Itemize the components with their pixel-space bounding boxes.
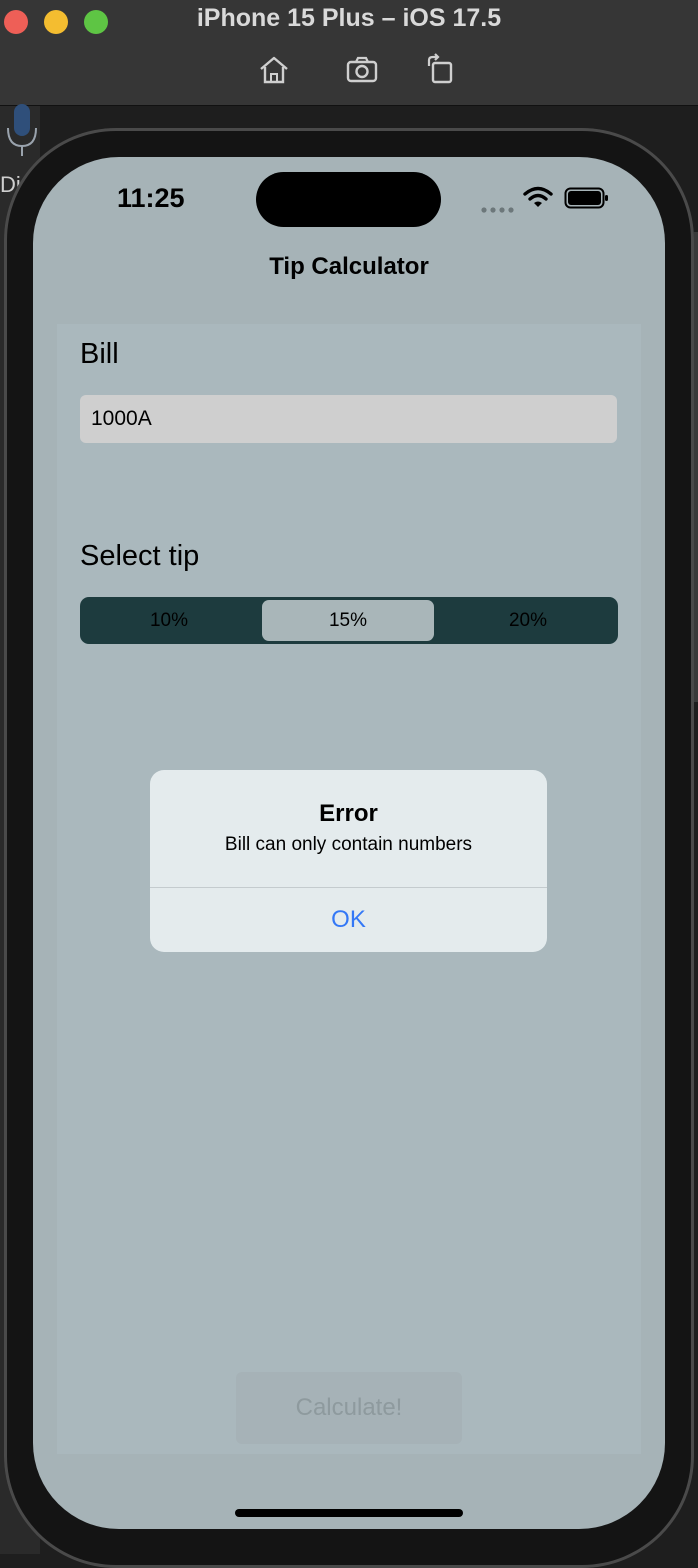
microphone-icon bbox=[2, 100, 42, 160]
simulator-titlebar: iPhone 15 Plus – iOS 17.5 bbox=[0, 0, 698, 106]
battery-icon bbox=[564, 186, 610, 210]
alert-ok-button[interactable]: OK bbox=[150, 888, 547, 952]
camera-icon[interactable] bbox=[344, 52, 380, 88]
tip-option-15[interactable]: 15% bbox=[262, 600, 434, 641]
tip-label: Select tip bbox=[80, 540, 200, 572]
calculate-button[interactable]: Calculate! bbox=[236, 1372, 462, 1444]
error-alert: Error Bill can only contain numbers OK bbox=[150, 770, 547, 952]
alert-message: Bill can only contain numbers bbox=[224, 834, 473, 855]
dynamic-island bbox=[256, 172, 441, 227]
cellular-icon bbox=[481, 201, 515, 213]
tip-segmented-control: 10% 15% 20% bbox=[80, 597, 618, 644]
status-time: 11:25 bbox=[117, 183, 185, 213]
tip-option-20[interactable]: 20% bbox=[442, 600, 614, 641]
tip-option-10[interactable]: 10% bbox=[83, 600, 255, 641]
home-icon[interactable] bbox=[256, 52, 292, 88]
home-indicator[interactable] bbox=[235, 1509, 463, 1517]
nav-title: Tip Calculator bbox=[269, 253, 429, 280]
rotate-icon[interactable] bbox=[423, 52, 459, 88]
bill-input[interactable] bbox=[80, 395, 617, 443]
wifi-icon bbox=[523, 185, 553, 209]
window-title: iPhone 15 Plus – iOS 17.5 bbox=[196, 4, 502, 32]
alert-title: Error bbox=[319, 800, 378, 827]
bill-label: Bill bbox=[80, 338, 119, 370]
iphone-screen: 11:25 Tip Calculator Bill Select tip 10%… bbox=[33, 157, 665, 1529]
